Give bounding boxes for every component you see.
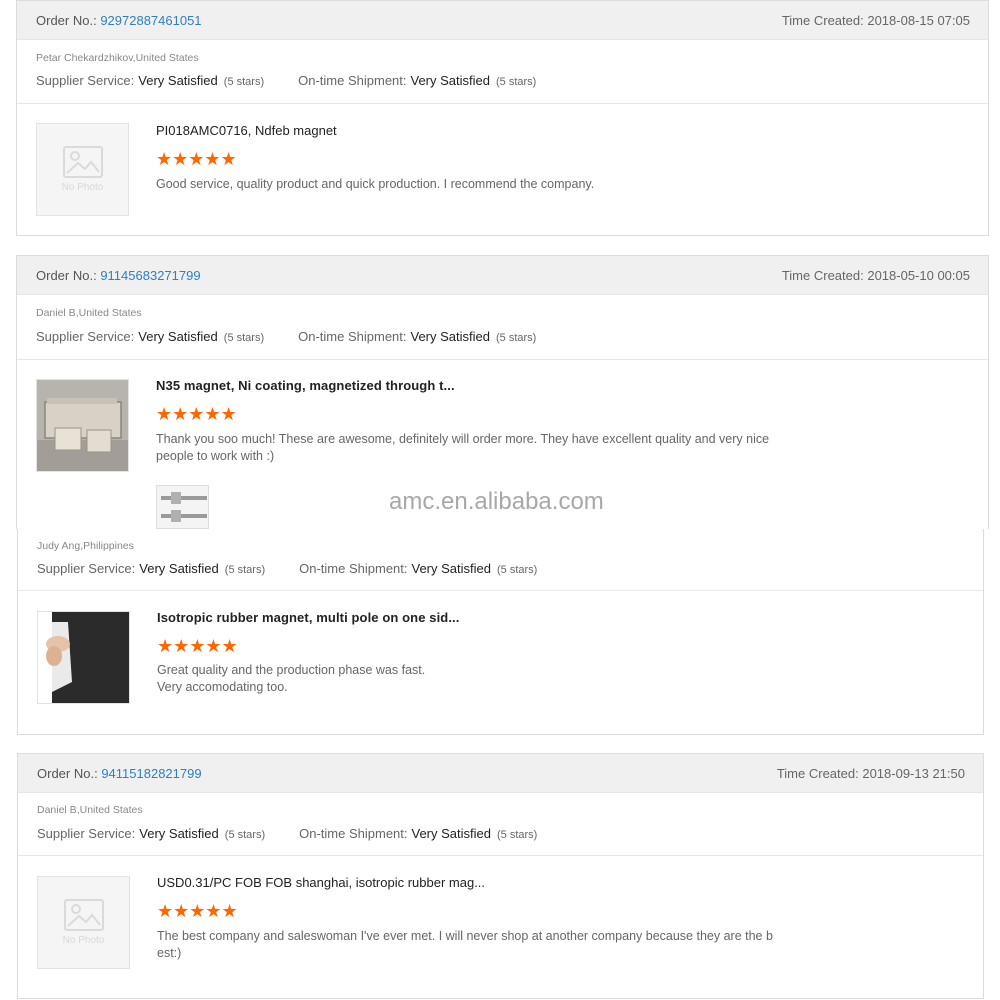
supplier-service-stars: (5 stars) xyxy=(224,829,266,841)
supplier-service-value: Very Satisfied xyxy=(139,561,219,576)
product-title[interactable]: Isotropic rubber magnet, multi pole on o… xyxy=(157,610,459,625)
supplier-service-stars: (5 stars) xyxy=(223,332,265,344)
review-comment: Good service, quality product and quick … xyxy=(156,177,595,191)
ratings-summary: Supplier Service: Very Satisfied (5 stars)… xyxy=(36,329,536,344)
no-photo: No Photo xyxy=(37,124,128,215)
review-comment: Great quality and the production phase w… xyxy=(157,662,777,696)
ratings-summary: Supplier Service: Very Satisfied (5 stars)… xyxy=(37,826,537,841)
time-value: 2018-05-10 00:05 xyxy=(867,267,970,283)
ratings-summary: Supplier Service: Very Satisfied (5 stars)… xyxy=(36,73,536,88)
comment-line: Very accomodating too. xyxy=(157,680,288,694)
shipment-value: Very Satisfied xyxy=(410,329,491,344)
image-placeholder-icon xyxy=(63,899,104,931)
supplier-service-label: Supplier Service: xyxy=(37,561,136,576)
product-title[interactable]: N35 magnet, Ni coating, magnetized throu… xyxy=(156,378,455,393)
shipment-label: On-time Shipment: xyxy=(298,73,407,88)
review-comment: Thank you soo much! These are awesome, d… xyxy=(156,432,770,463)
review-card: Judy Ang,Philippines Supplier Service: Ve… xyxy=(17,529,984,735)
rating-stars: ★★★★★ xyxy=(157,901,238,921)
attachment-thumbnail[interactable] xyxy=(156,485,209,529)
review-comment: The best company and saleswoman I've eve… xyxy=(157,929,773,960)
time-value: 2018-08-15 07:05 xyxy=(867,12,970,28)
product-image[interactable] xyxy=(37,611,130,704)
review-card: Order No.: 94115182821799 Time Created: … xyxy=(17,753,984,999)
rating-stars: ★★★★★ xyxy=(156,149,237,169)
magnet-blocks-photo xyxy=(37,380,128,471)
divider xyxy=(18,855,983,856)
order-number-link[interactable]: 91145683271799 xyxy=(100,268,200,283)
shipment-label: On-time Shipment: xyxy=(298,329,407,344)
product-title[interactable]: USD0.31/PC FOB FOB shanghai, isotropic r… xyxy=(157,875,485,890)
buyer-name: Daniel B,United States xyxy=(36,307,142,319)
supplier-service-label: Supplier Service: xyxy=(36,73,135,88)
order-number: Order No.: 91145683271799 xyxy=(36,268,201,283)
divider xyxy=(18,590,983,591)
order-header: Order No.: 92972887461051 Time Created: … xyxy=(17,1,988,40)
buyer-name: Petar Chekardzhikov,United States xyxy=(36,52,199,64)
buyer-name: Daniel B,United States xyxy=(37,804,143,816)
supplier-service-value: Very Satisfied xyxy=(138,329,218,344)
shipment-stars: (5 stars) xyxy=(496,332,537,344)
order-header: Order No.: 91145683271799 Time Created: … xyxy=(17,256,988,295)
order-header: Order No.: 94115182821799 Time Created: … xyxy=(18,754,983,793)
supplier-service-stars: (5 stars) xyxy=(224,564,266,576)
review-card: Order No.: 92972887461051 Time Created: … xyxy=(16,0,989,236)
image-placeholder-icon xyxy=(62,146,103,178)
time-created: Time Created: 2018-05-10 00:05 xyxy=(782,268,970,283)
order-number-link[interactable]: 92972887461051 xyxy=(100,13,201,28)
shipment-label: On-time Shipment: xyxy=(299,561,408,576)
time-label: Time Created: xyxy=(781,12,864,28)
buyer-name: Judy Ang,Philippines xyxy=(37,540,134,552)
order-number: Order No.: 92972887461051 xyxy=(36,13,202,28)
order-number: Order No.: 94115182821799 xyxy=(37,766,202,781)
time-created: Time Created: 2018-09-13 21:50 xyxy=(777,766,965,781)
order-label: Order No.: xyxy=(36,12,97,28)
comment-line: Great quality and the production phase w… xyxy=(157,663,426,677)
divider xyxy=(17,359,988,360)
rating-stars: ★★★★★ xyxy=(156,404,237,424)
time-label: Time Created: xyxy=(776,765,859,781)
time-label: Time Created: xyxy=(781,267,864,283)
rubber-magnet-photo xyxy=(38,612,129,703)
shipment-stars: (5 stars) xyxy=(497,829,538,841)
supplier-service-label: Supplier Service: xyxy=(36,329,135,344)
shipment-stars: (5 stars) xyxy=(496,76,537,88)
shipment-label: On-time Shipment: xyxy=(299,826,408,841)
shipment-stars: (5 stars) xyxy=(497,564,538,576)
shipment-value: Very Satisfied xyxy=(410,73,491,88)
time-created: Time Created: 2018-08-15 07:05 xyxy=(782,13,970,28)
time-value: 2018-09-13 21:50 xyxy=(862,765,965,781)
supplier-service-label: Supplier Service: xyxy=(37,826,136,841)
supplier-service-stars: (5 stars) xyxy=(223,76,265,88)
shipment-value: Very Satisfied xyxy=(411,826,492,841)
order-number-link[interactable]: 94115182821799 xyxy=(101,766,201,781)
ratings-summary: Supplier Service: Very Satisfied (5 stars)… xyxy=(37,561,537,576)
product-image-placeholder[interactable]: No Photo xyxy=(37,876,130,969)
supplier-service-value: Very Satisfied xyxy=(138,73,218,88)
product-image[interactable] xyxy=(36,379,129,472)
no-photo-label: No Photo xyxy=(61,182,104,193)
rating-stars: ★★★★★ xyxy=(157,636,238,656)
order-label: Order No.: xyxy=(37,765,98,781)
no-photo: No Photo xyxy=(38,877,129,968)
watermark: amc.en.alibaba.com xyxy=(389,488,604,515)
shipment-value: Very Satisfied xyxy=(411,561,492,576)
divider xyxy=(17,103,988,104)
product-title[interactable]: PI018AMC0716, Ndfeb magnet xyxy=(156,123,337,138)
caliper-photo xyxy=(157,486,208,528)
product-image-placeholder[interactable]: No Photo xyxy=(36,123,129,216)
order-label: Order No.: xyxy=(36,267,97,283)
supplier-service-value: Very Satisfied xyxy=(139,826,219,841)
no-photo-label: No Photo xyxy=(62,935,105,946)
